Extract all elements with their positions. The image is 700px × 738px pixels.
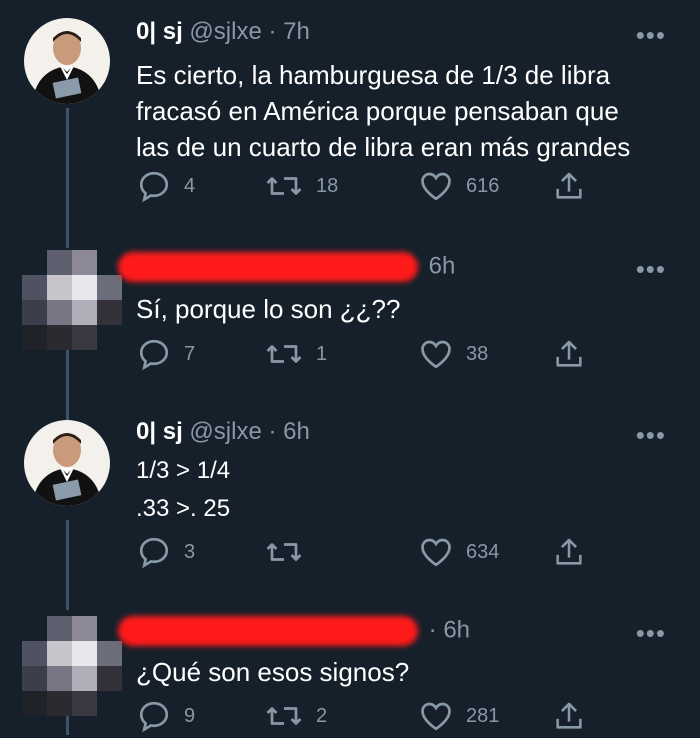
more-options-icon[interactable]: ••• xyxy=(636,618,666,649)
avatar[interactable] xyxy=(24,18,110,104)
reply-count: 9 xyxy=(184,704,196,727)
like-button[interactable]: 38 xyxy=(418,336,488,372)
avatar[interactable] xyxy=(24,420,110,506)
share-button[interactable] xyxy=(552,534,586,570)
share-icon xyxy=(556,702,582,729)
redacted-name xyxy=(118,252,418,282)
tweet-actions: 4 18 616 xyxy=(136,168,606,208)
timestamp[interactable]: · 6h xyxy=(268,418,309,445)
like-count: 38 xyxy=(466,342,489,365)
tweet-text: ¿Qué son esos signos? xyxy=(136,654,696,690)
avatar[interactable] xyxy=(22,250,122,350)
tweet[interactable]: 0| sj @sjlxe · 6h ••• 1/3 > 1/4 .33 >. 2… xyxy=(0,410,700,600)
share-icon xyxy=(556,172,582,199)
share-icon xyxy=(556,538,582,565)
tweet-text-line: 1/3 > 1/4 xyxy=(136,457,231,484)
redacted-name xyxy=(118,616,418,646)
more-options-icon[interactable]: ••• xyxy=(636,20,666,51)
timestamp[interactable]: 6h xyxy=(429,252,456,279)
like-count: 616 xyxy=(466,174,500,197)
user-handle[interactable]: @sjlxe xyxy=(189,18,261,45)
heart-icon xyxy=(421,172,451,201)
tweet-actions: 9 2 281 xyxy=(136,698,606,738)
retweet-icon xyxy=(266,345,302,363)
retweet-button[interactable] xyxy=(264,534,316,570)
tweet[interactable]: 0| sj @sjlxe · 7h ••• Es cierto, la hamb… xyxy=(0,0,700,230)
like-button[interactable]: 634 xyxy=(418,534,499,570)
retweet-icon xyxy=(266,177,302,195)
like-count: 634 xyxy=(466,540,500,563)
tweet[interactable]: 6h ••• Sí, porque lo son ¿¿?? 7 1 38 xyxy=(0,230,700,410)
reply-icon xyxy=(139,701,169,733)
heart-icon xyxy=(421,340,451,369)
more-options-icon[interactable]: ••• xyxy=(636,420,666,451)
share-icon xyxy=(556,340,582,367)
tweet-text: Es cierto, la hamburguesa de 1/3 de libr… xyxy=(136,57,696,165)
reply-icon xyxy=(139,537,169,569)
reply-icon xyxy=(139,339,169,371)
tweet[interactable]: · 6h ••• ¿Qué son esos signos? 9 2 281 xyxy=(0,600,700,735)
tweet-actions: 7 1 38 xyxy=(136,336,606,376)
tweet-text-line: fracasó en América porque pensaban que xyxy=(136,96,619,126)
like-button[interactable]: 281 xyxy=(418,698,499,734)
retweet-button[interactable]: 2 xyxy=(264,698,327,734)
display-name[interactable]: 0| sj xyxy=(136,18,183,45)
reply-button[interactable]: 4 xyxy=(136,168,195,204)
share-button[interactable] xyxy=(552,698,586,734)
tweet-text: 1/3 > 1/4 .33 >. 25 xyxy=(136,452,696,528)
reply-icon xyxy=(139,171,169,203)
like-count: 281 xyxy=(466,704,500,727)
share-button[interactable] xyxy=(552,168,586,204)
user-handle[interactable]: @sjlxe xyxy=(189,418,261,445)
retweet-count: 1 xyxy=(316,342,328,365)
timestamp[interactable]: · 7h xyxy=(268,18,309,45)
reply-count: 3 xyxy=(184,540,196,563)
tweet-header: 0| sj @sjlxe · 6h xyxy=(136,418,310,446)
tweet-text-line: las de un cuarto de libra eran más grand… xyxy=(136,132,631,162)
share-button[interactable] xyxy=(552,336,586,372)
tweet-header: 0| sj @sjlxe · 7h xyxy=(136,18,310,46)
reply-button[interactable]: 9 xyxy=(136,698,195,734)
heart-icon xyxy=(421,702,451,731)
display-name[interactable]: 0| sj xyxy=(136,418,183,445)
reply-button[interactable]: 3 xyxy=(136,534,195,570)
more-options-icon[interactable]: ••• xyxy=(636,254,666,285)
retweet-icon xyxy=(266,707,302,725)
tweet-text-line: ¿Qué son esos signos? xyxy=(136,657,410,687)
retweet-count: 18 xyxy=(316,174,339,197)
heart-icon xyxy=(421,538,451,567)
reply-button[interactable]: 7 xyxy=(136,336,195,372)
tweet-text-line: Sí, porque lo son ¿¿?? xyxy=(136,294,401,324)
tweet-text: Sí, porque lo son ¿¿?? xyxy=(136,291,696,327)
reply-count: 4 xyxy=(184,174,196,197)
retweet-icon xyxy=(266,543,302,561)
avatar[interactable] xyxy=(22,616,122,716)
tweet-header: · 6h xyxy=(118,616,470,646)
tweet-header: 6h xyxy=(118,252,455,282)
reply-count: 7 xyxy=(184,342,196,365)
like-button[interactable]: 616 xyxy=(418,168,499,204)
tweet-text-line: .33 >. 25 xyxy=(136,495,231,522)
retweet-count: 2 xyxy=(316,704,328,727)
timestamp[interactable]: · 6h xyxy=(429,616,470,643)
retweet-button[interactable]: 18 xyxy=(264,168,338,204)
tweet-actions: 3 634 xyxy=(136,534,606,574)
retweet-button[interactable]: 1 xyxy=(264,336,327,372)
tweet-text-line: Es cierto, la hamburguesa de 1/3 de libr… xyxy=(136,60,611,90)
